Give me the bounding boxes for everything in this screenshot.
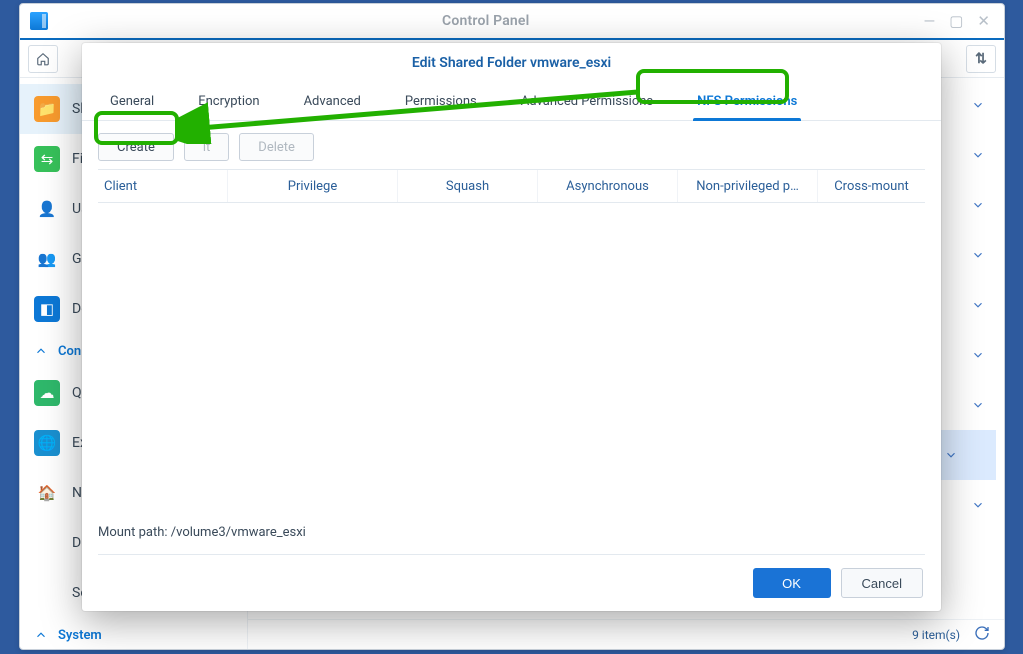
app-icon: [30, 12, 48, 30]
edit-shared-folder-dialog: Edit Shared Folder vmware_esxi General E…: [82, 43, 941, 611]
row-expand[interactable]: [960, 280, 996, 330]
chevron-down-icon: [971, 398, 985, 412]
shield-icon: 🛡: [34, 580, 60, 606]
row-expand[interactable]: [960, 480, 996, 530]
button-label: it: [203, 140, 210, 155]
refresh-button[interactable]: [974, 625, 990, 645]
edit-button[interactable]: it: [184, 133, 229, 161]
status-bar: 9 item(s): [248, 619, 1004, 649]
maximize-button[interactable]: ▢: [949, 14, 963, 29]
cancel-button[interactable]: Cancel: [841, 568, 923, 598]
row-expand[interactable]: [960, 130, 996, 180]
delete-button[interactable]: Delete: [239, 133, 314, 161]
mount-path-label: Mount path:: [98, 525, 171, 540]
dialog-title: Edit Shared Folder vmware_esxi: [82, 43, 941, 83]
chevron-down-icon: [971, 298, 985, 312]
row-expand[interactable]: [960, 230, 996, 280]
tab-nfs-permissions[interactable]: NFS Permissions: [677, 83, 817, 120]
row-expand[interactable]: [960, 80, 996, 130]
folder-share-icon: 📁: [34, 96, 60, 122]
nfs-table-body: [98, 203, 925, 515]
window-title: Control Panel: [48, 13, 924, 29]
dialog-footer: OK Cancel: [82, 555, 941, 611]
mount-path-value: /volume3/vmware_esxi: [171, 525, 306, 540]
tab-label: Advanced Permissions: [521, 94, 653, 109]
row-expand[interactable]: [960, 180, 996, 230]
tab-encryption[interactable]: Encryption: [178, 83, 279, 120]
column-client[interactable]: Client: [98, 170, 228, 202]
column-cross-mount[interactable]: Cross-mount: [818, 170, 925, 202]
row-expand[interactable]: [960, 380, 996, 430]
chevron-up-icon: [34, 628, 48, 642]
mount-path-row: Mount path: /volume3/vmware_esxi: [98, 515, 925, 555]
sort-icon: ⇅: [975, 51, 987, 67]
chevron-down-icon: [971, 98, 985, 112]
close-button[interactable]: ✕: [977, 14, 990, 29]
user-icon: 👤: [34, 196, 60, 222]
sort-button[interactable]: ⇅: [966, 45, 996, 73]
group-icon: 👥: [34, 246, 60, 272]
column-squash[interactable]: Squash: [398, 170, 538, 202]
file-services-icon: ⇆: [34, 146, 60, 172]
nfs-table-header: Client Privilege Squash Asynchronous Non…: [98, 169, 925, 203]
network-icon: 🏠: [34, 480, 60, 506]
column-non-privileged[interactable]: Non-privileged p…: [678, 170, 818, 202]
chevron-down-icon: [971, 198, 985, 212]
chevron-down-icon: [971, 498, 985, 512]
tab-label: Permissions: [405, 94, 477, 109]
tab-advanced[interactable]: Advanced: [284, 83, 381, 120]
sidebar-section-label: System: [58, 628, 102, 643]
window-titlebar: Control Panel — ▢ ✕: [20, 4, 1004, 40]
sidebar-section-label: Con: [58, 344, 81, 359]
tab-bar: General Encryption Advanced Permissions …: [82, 83, 941, 121]
row-expand[interactable]: [960, 330, 996, 380]
expand-column: [960, 80, 996, 530]
chevron-down-icon: [971, 248, 985, 262]
minimize-button[interactable]: —: [924, 14, 936, 29]
home-icon: [36, 52, 50, 66]
tab-label: Encryption: [198, 94, 259, 109]
home-button[interactable]: [28, 45, 58, 73]
button-label: OK: [782, 576, 801, 591]
button-label: Delete: [258, 140, 295, 155]
tab-general[interactable]: General: [90, 83, 174, 120]
ok-button[interactable]: OK: [753, 568, 831, 598]
globe-icon: 🌐: [34, 430, 60, 456]
refresh-icon: [974, 625, 990, 641]
item-count-label: 9 item(s): [912, 628, 960, 642]
button-label: Cancel: [862, 576, 902, 591]
dhcp-icon: ◉: [34, 530, 60, 556]
column-asynchronous[interactable]: Asynchronous: [538, 170, 678, 202]
chevron-down-icon: [971, 148, 985, 162]
tab-label: General: [110, 94, 154, 109]
chevron-up-icon: [34, 344, 48, 358]
create-button[interactable]: Create: [98, 133, 174, 161]
tab-permissions[interactable]: Permissions: [385, 83, 497, 120]
action-row: Create it Delete: [82, 121, 941, 169]
tab-advanced-permissions[interactable]: Advanced Permissions: [501, 83, 673, 120]
tab-label: NFS Permissions: [697, 94, 797, 109]
chevron-down-icon: [971, 348, 985, 362]
column-privilege[interactable]: Privilege: [228, 170, 398, 202]
domain-icon: ◧: [34, 296, 60, 322]
sidebar-section-system[interactable]: System: [20, 618, 247, 649]
window-controls: — ▢ ✕: [924, 14, 1004, 29]
button-label: Create: [117, 140, 155, 155]
cloud-icon: ☁: [34, 380, 60, 406]
chevron-down-icon: [944, 448, 958, 462]
tab-label: Advanced: [304, 94, 361, 109]
